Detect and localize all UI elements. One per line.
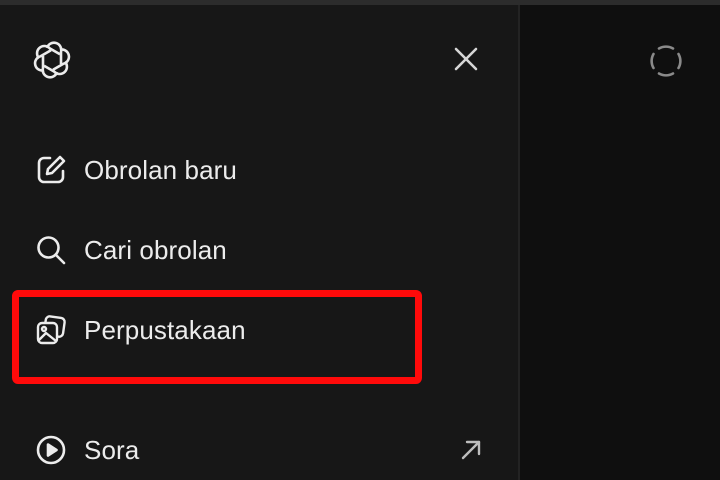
openai-logo-icon[interactable] [30, 38, 74, 82]
close-icon [454, 47, 478, 71]
temporary-chat-button[interactable] [644, 39, 688, 83]
external-link-arrow-icon [456, 435, 486, 465]
sidebar-item-new-chat[interactable]: Obrolan baru [20, 142, 490, 198]
search-icon [33, 232, 69, 268]
app-screen: Obrolan baru Cari obrolan Perpustakaan S… [0, 0, 720, 480]
play-circle-icon [33, 432, 69, 468]
temporary-chat-icon [650, 45, 682, 77]
sidebar-item-label: Perpustakaan [84, 314, 246, 345]
sidebar-item-label: Sora [84, 434, 140, 465]
close-sidebar-button[interactable] [448, 41, 484, 77]
sidebar-item-search-chats[interactable]: Cari obrolan [20, 222, 490, 278]
sidebar-item-sora[interactable]: Sora [20, 422, 490, 478]
main-panel [520, 5, 720, 480]
new-chat-icon [33, 152, 69, 188]
library-icon [33, 312, 69, 348]
sidebar-item-library[interactable]: Perpustakaan [20, 302, 490, 358]
sidebar-item-label: Cari obrolan [84, 234, 227, 265]
sidebar-item-label: Obrolan baru [84, 154, 237, 185]
